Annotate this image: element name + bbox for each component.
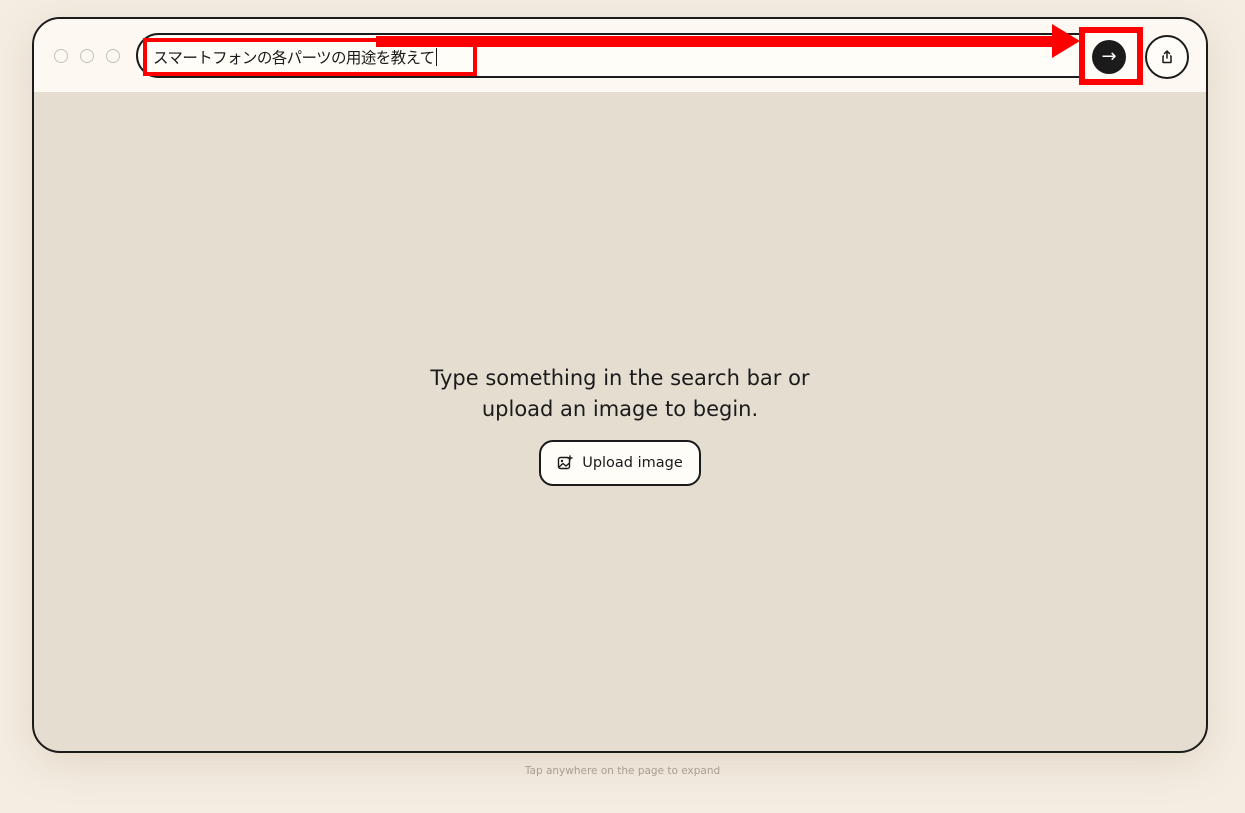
window-minimize-dot[interactable] [80, 49, 94, 63]
share-icon [1162, 50, 1172, 64]
annotation-arrow-head [1052, 24, 1080, 58]
titlebar: スマートフォンの各パーツの用途を教えて → [34, 19, 1206, 92]
window-maximize-dot[interactable] [106, 49, 120, 63]
arrow-right-icon[interactable]: → [1092, 40, 1126, 74]
browser-window: スマートフォンの各パーツの用途を教えて → Type something in … [32, 17, 1208, 753]
empty-state-prompt-line-2: upload an image to begin. [481, 397, 759, 421]
upload-image-label: Upload image [582, 455, 683, 471]
text-caret [435, 48, 437, 66]
window-close-dot[interactable] [54, 49, 68, 63]
annotation-arrow [376, 36, 1066, 47]
expand-hint: Tap anywhere on the page to expand [524, 765, 721, 777]
search-input[interactable]: スマートフォンの各パーツの用途を教えて [153, 46, 435, 68]
empty-state-prompt-line-1: Type something in the search bar or [430, 366, 810, 390]
share-button[interactable] [1145, 35, 1189, 79]
upload-image-button[interactable]: Upload image [539, 440, 701, 486]
submit-button-glyph: → [1101, 46, 1117, 67]
empty-state: Type something in the search bar or uplo… [34, 363, 1206, 486]
image-add-icon [558, 455, 573, 470]
